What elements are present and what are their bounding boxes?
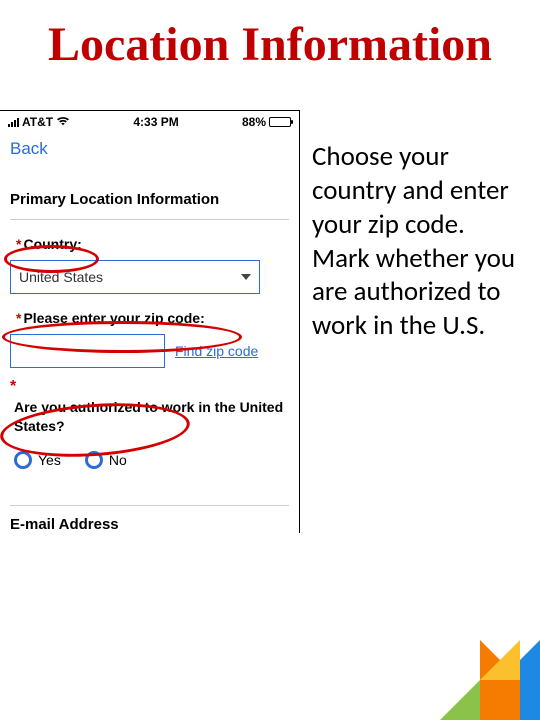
auth-radio-group: Yes No xyxy=(10,451,289,469)
instruction-text: Choose your country and enter your zip c… xyxy=(300,110,530,343)
status-bar: AT&T 4:33 PM 88% xyxy=(0,111,299,131)
section-heading: Primary Location Information xyxy=(10,191,289,209)
battery-percent: 88% xyxy=(242,115,266,129)
auth-question: Are you authorized to work in the United… xyxy=(10,396,289,436)
radio-icon xyxy=(85,451,103,469)
signal-icon xyxy=(8,118,19,127)
divider xyxy=(10,505,289,506)
country-select[interactable]: United States xyxy=(10,260,260,294)
radio-no-label: No xyxy=(109,452,127,468)
chevron-down-icon xyxy=(241,274,251,280)
required-mark: * xyxy=(16,236,21,252)
battery-icon xyxy=(269,117,291,127)
carrier-label: AT&T xyxy=(22,115,53,129)
clock-label: 4:33 PM xyxy=(133,115,178,129)
wifi-icon xyxy=(56,115,70,129)
corner-logo xyxy=(410,610,540,720)
back-button[interactable]: Back xyxy=(0,131,299,163)
country-label: *Country: xyxy=(10,234,88,254)
slide-title: Location Information xyxy=(0,0,540,80)
find-zip-link[interactable]: Find zip code xyxy=(175,343,258,359)
radio-yes[interactable]: Yes xyxy=(14,451,61,469)
required-mark: * xyxy=(16,310,21,326)
radio-icon xyxy=(14,451,32,469)
radio-no[interactable]: No xyxy=(85,451,127,469)
email-heading: E-mail Address xyxy=(10,516,289,533)
country-value: United States xyxy=(19,269,103,285)
radio-yes-label: Yes xyxy=(38,452,61,468)
zip-input[interactable] xyxy=(10,334,165,368)
required-mark: * xyxy=(10,378,16,395)
phone-screenshot: AT&T 4:33 PM 88% Back Primary Location I… xyxy=(0,110,300,532)
divider xyxy=(10,219,289,220)
zip-label: *Please enter your zip code: xyxy=(10,308,211,328)
